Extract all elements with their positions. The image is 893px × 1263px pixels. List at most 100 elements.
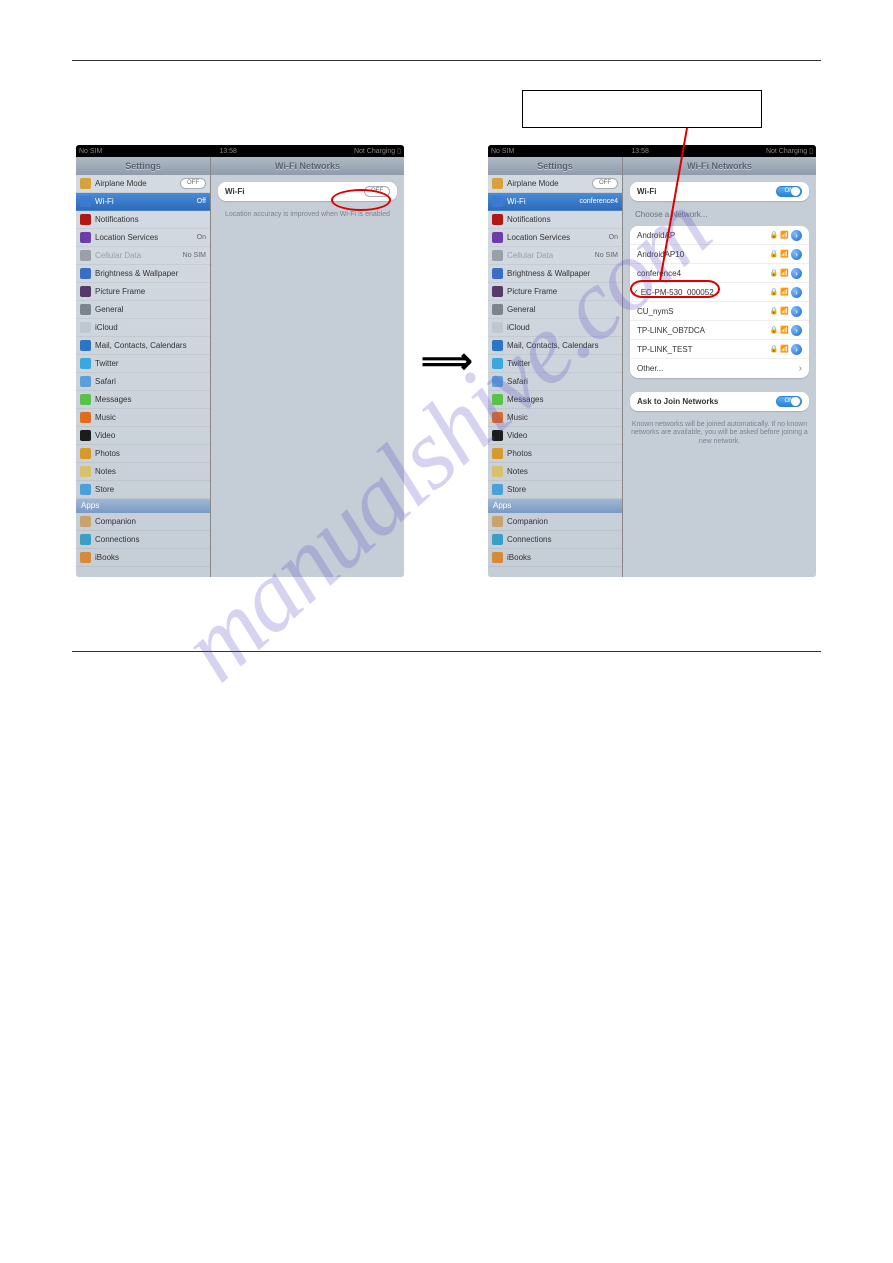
sidebar-item-icon — [80, 358, 91, 369]
sidebar-item[interactable]: Mail, Contacts, Calendars — [488, 337, 622, 355]
sidebar-item-icon — [492, 322, 503, 333]
sidebar-item-label: Wi-Fi — [507, 197, 579, 206]
sidebar-item[interactable]: Store — [76, 481, 210, 499]
sidebar-item[interactable]: General — [488, 301, 622, 319]
network-indicators: 🔒📶› — [770, 287, 802, 298]
status-time: 13:58 — [631, 148, 649, 155]
sidebar-item[interactable]: Wi-FiOff — [76, 193, 210, 211]
sidebar-item-label: Photos — [95, 449, 206, 458]
sidebar-item[interactable]: Notes — [488, 463, 622, 481]
sidebar-item-icon — [492, 196, 503, 207]
sidebar-item[interactable]: Safari — [488, 373, 622, 391]
network-row[interactable]: TP-LINK_OB7DCA🔒📶› — [630, 321, 809, 340]
sidebar-item-label: iCloud — [95, 323, 206, 332]
sidebar-item[interactable]: Picture Frame — [76, 283, 210, 301]
detail-disclosure-icon[interactable]: › — [791, 268, 802, 279]
sidebar-item[interactable]: Notifications — [488, 211, 622, 229]
sidebar-item[interactable]: Airplane ModeOFF — [76, 175, 210, 193]
sidebar-item[interactable]: Messages — [488, 391, 622, 409]
network-name: AndroidAP — [637, 231, 770, 240]
network-indicators: 🔒📶› — [770, 268, 802, 279]
sidebar-item-label: Twitter — [507, 359, 618, 368]
sidebar-item[interactable]: Wi-Ficonference4 — [488, 193, 622, 211]
sidebar-item[interactable]: Safari — [76, 373, 210, 391]
sidebar-item-icon — [80, 430, 91, 441]
wifi-signal-icon: 📶 — [780, 326, 789, 334]
sidebar-item[interactable]: Cellular DataNo SIM — [488, 247, 622, 265]
detail-disclosure-icon[interactable]: › — [791, 287, 802, 298]
sidebar-item-icon — [492, 552, 503, 563]
sidebar-item[interactable]: Messages — [76, 391, 210, 409]
sidebar-item[interactable]: Notes — [76, 463, 210, 481]
sidebar-item[interactable]: Video — [76, 427, 210, 445]
sidebar-item-label: iCloud — [507, 323, 618, 332]
wifi-toggle-on[interactable]: ON — [776, 186, 802, 197]
sidebar-item-icon — [80, 268, 91, 279]
sidebar-item-icon — [492, 430, 503, 441]
sidebar-item-icon — [492, 304, 503, 315]
apps-section-header: Apps — [76, 499, 210, 513]
sidebar-item[interactable]: Twitter — [488, 355, 622, 373]
sidebar-item[interactable]: Airplane ModeOFF — [488, 175, 622, 193]
toggle-off[interactable]: OFF — [180, 178, 206, 189]
sidebar-item[interactable]: Twitter — [76, 355, 210, 373]
lock-icon: 🔒 — [770, 269, 779, 277]
arrow-icon: ⟹ — [421, 340, 471, 382]
sidebar-item-icon — [492, 448, 503, 459]
sidebar-item[interactable]: Photos — [76, 445, 210, 463]
ask-join-toggle[interactable]: ON — [776, 396, 802, 407]
sidebar-item[interactable]: Store — [488, 481, 622, 499]
sidebar-item[interactable]: Video — [488, 427, 622, 445]
sidebar-item[interactable]: Photos — [488, 445, 622, 463]
detail-disclosure-icon[interactable]: › — [791, 344, 802, 355]
sidebar-item-icon — [80, 232, 91, 243]
wifi-toggle-row[interactable]: Wi-Fi ON — [630, 182, 809, 201]
sidebar-item[interactable]: Cellular DataNo SIM — [76, 247, 210, 265]
sidebar-item[interactable]: iBooks — [488, 549, 622, 567]
detail-disclosure-icon[interactable]: › — [791, 306, 802, 317]
sidebar-item[interactable]: Connections — [76, 531, 210, 549]
sidebar-item[interactable]: General — [76, 301, 210, 319]
network-row[interactable]: Other...› — [630, 359, 809, 378]
detail-disclosure-icon[interactable]: › — [791, 230, 802, 241]
network-row[interactable]: TP-LINK_TEST🔒📶› — [630, 340, 809, 359]
sidebar-item[interactable]: Companion — [488, 513, 622, 531]
sidebar-item[interactable]: Music — [488, 409, 622, 427]
sidebar-item[interactable]: Music — [76, 409, 210, 427]
network-row[interactable]: AndroidAP10🔒📶› — [630, 245, 809, 264]
sidebar-item[interactable]: Picture Frame — [488, 283, 622, 301]
sidebar-item-label: Video — [507, 431, 618, 440]
sidebar-item-icon — [80, 376, 91, 387]
sidebar-item-label: Notes — [95, 467, 206, 476]
network-row[interactable]: CU_nymS🔒📶› — [630, 302, 809, 321]
sidebar-item-label: Mail, Contacts, Calendars — [95, 341, 206, 350]
sidebar-item[interactable]: Brightness & Wallpaper — [76, 265, 210, 283]
network-indicators: 🔒📶› — [770, 344, 802, 355]
network-indicators: 🔒📶› — [770, 325, 802, 336]
network-row[interactable]: AndroidAP🔒📶› — [630, 226, 809, 245]
sidebar-item[interactable]: iBooks — [76, 549, 210, 567]
toggle-off[interactable]: OFF — [592, 178, 618, 189]
choose-network-header: Choose a Network... — [635, 210, 804, 219]
sidebar-item[interactable]: Connections — [488, 531, 622, 549]
settings-sidebar: Settings Airplane ModeOFFWi-Ficonference… — [488, 157, 623, 577]
sidebar-item-label: Brightness & Wallpaper — [507, 269, 618, 278]
sidebar-item-label: Notes — [507, 467, 618, 476]
sidebar-item[interactable]: iCloud — [76, 319, 210, 337]
sidebar-item-label: Store — [507, 485, 618, 494]
sidebar-item[interactable]: Brightness & Wallpaper — [488, 265, 622, 283]
sidebar-item[interactable]: Mail, Contacts, Calendars — [76, 337, 210, 355]
lock-icon: 🔒 — [770, 345, 779, 353]
sidebar-item[interactable]: Location ServicesOn — [488, 229, 622, 247]
wifi-disabled-note: Location accuracy is improved when Wi-Fi… — [211, 208, 404, 222]
sidebar-item[interactable]: Notifications — [76, 211, 210, 229]
ipad-screenshot-right: No SIM 13:58 Not Charging ▯ Settings Air… — [488, 145, 816, 577]
detail-disclosure-icon[interactable]: › — [791, 325, 802, 336]
sidebar-item[interactable]: iCloud — [488, 319, 622, 337]
sidebar-item-label: Companion — [95, 517, 206, 526]
ask-join-row[interactable]: Ask to Join Networks ON — [630, 392, 809, 411]
sidebar-item[interactable]: Location ServicesOn — [76, 229, 210, 247]
detail-disclosure-icon[interactable]: › — [791, 249, 802, 260]
sidebar-item[interactable]: Companion — [76, 513, 210, 531]
lock-icon: 🔒 — [770, 288, 779, 296]
